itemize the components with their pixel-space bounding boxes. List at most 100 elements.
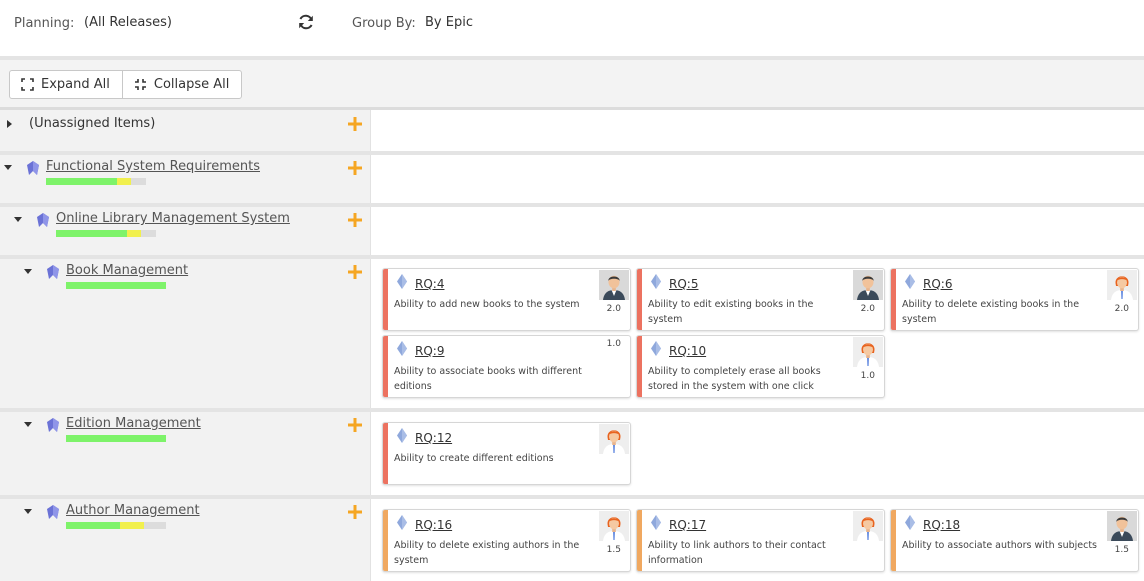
requirement-id-link[interactable]: RQ:17 xyxy=(669,518,706,532)
requirement-description: Ability to create different editions xyxy=(394,453,554,464)
estimate-value: 1.5 xyxy=(606,545,621,555)
priority-bar xyxy=(383,336,388,397)
requirement-id-link[interactable]: RQ:18 xyxy=(923,518,960,532)
expand-toggle[interactable] xyxy=(7,120,12,128)
requirement-card[interactable]: RQ:10 Ability to completely erase all bo… xyxy=(636,335,885,398)
estimate-value: 1.0 xyxy=(860,371,875,381)
requirement-card[interactable]: RQ:6 Ability to delete existing books in… xyxy=(890,268,1139,331)
collapse-toggle[interactable] xyxy=(24,269,32,274)
plus-icon[interactable] xyxy=(347,116,363,132)
estimate-value: 1.0 xyxy=(606,339,621,349)
plus-icon[interactable] xyxy=(347,212,363,228)
group-cards-area: RQ:16 Ability to delete existing authors… xyxy=(371,499,1144,581)
epic-icon xyxy=(36,212,50,228)
collapse-toggle[interactable] xyxy=(14,217,22,222)
plus-icon[interactable] xyxy=(347,504,363,520)
epic-icon xyxy=(46,264,60,280)
group-header: Online Library Management System xyxy=(0,207,371,255)
epic-icon xyxy=(26,160,40,176)
group-header: Book Management xyxy=(0,259,371,408)
requirement-id-link[interactable]: RQ:10 xyxy=(669,344,706,358)
requirement-description: Ability to delete existing books in the … xyxy=(902,299,1080,325)
collapse-toggle[interactable] xyxy=(4,165,12,170)
epic-link[interactable]: Functional System Requirements xyxy=(46,159,260,174)
epic-link[interactable]: Book Management xyxy=(66,263,188,278)
collapse-toggle[interactable] xyxy=(24,509,32,514)
collapse-icon xyxy=(134,79,146,90)
progress-bar xyxy=(66,282,166,289)
priority-bar xyxy=(383,269,388,330)
group-title: (Unassigned Items) xyxy=(29,116,156,131)
avatar xyxy=(599,270,629,300)
requirement-id-link[interactable]: RQ:5 xyxy=(669,277,698,291)
requirement-card[interactable]: RQ:18 Ability to associate authors with … xyxy=(890,509,1139,572)
planning-header: Planning: (All Releases) Group By: By Ep… xyxy=(0,0,1144,56)
group-header: (Unassigned Items) xyxy=(0,110,371,151)
epic-link[interactable]: Edition Management xyxy=(66,416,201,431)
requirement-icon xyxy=(651,515,661,530)
avatar xyxy=(599,511,629,541)
requirement-card[interactable]: RQ:4 Ability to add new books to the sys… xyxy=(382,268,631,331)
estimate-value: 2.0 xyxy=(860,304,875,314)
requirement-card[interactable]: RQ:5 Ability to edit existing books in t… xyxy=(636,268,885,331)
group-by-label: Group By: xyxy=(352,16,416,31)
requirement-icon xyxy=(397,341,407,356)
requirement-icon xyxy=(397,515,407,530)
group-cards-area: RQ:12 Ability to create different editio… xyxy=(371,412,1144,495)
requirement-id-link[interactable]: RQ:6 xyxy=(923,277,952,291)
epic-link[interactable]: Online Library Management System xyxy=(56,211,290,226)
plus-icon[interactable] xyxy=(347,417,363,433)
requirement-card[interactable]: RQ:17 Ability to link authors to their c… xyxy=(636,509,885,572)
priority-bar xyxy=(891,510,896,571)
priority-bar xyxy=(383,510,388,571)
group-header: Author Management xyxy=(0,499,371,581)
requirement-id-link[interactable]: RQ:16 xyxy=(415,518,452,532)
requirement-card[interactable]: RQ:16 Ability to delete existing authors… xyxy=(382,509,631,572)
group-header: Functional System Requirements xyxy=(0,155,371,203)
priority-bar xyxy=(383,423,388,484)
group-row-author-management: Author Management RQ:16 Ability to delet… xyxy=(0,499,1144,581)
requirement-id-link[interactable]: RQ:4 xyxy=(415,277,444,291)
estimate-value: 1.5 xyxy=(1114,545,1129,555)
toolbar: Expand All Collapse All xyxy=(0,60,1144,107)
expand-all-button[interactable]: Expand All xyxy=(10,71,122,98)
group-cards-area xyxy=(371,155,1144,203)
requirement-icon xyxy=(905,274,915,289)
group-cards-area xyxy=(371,207,1144,255)
requirement-description: Ability to add new books to the system xyxy=(394,299,580,310)
progress-bar xyxy=(46,178,146,185)
expand-collapse-group: Expand All Collapse All xyxy=(9,70,243,99)
requirement-description: Ability to delete existing authors in th… xyxy=(394,540,580,566)
requirement-icon xyxy=(651,274,661,289)
requirement-description: Ability to completely erase all books st… xyxy=(648,366,821,392)
estimate-value: 2.0 xyxy=(1114,304,1129,314)
planning-label: Planning: xyxy=(14,16,75,31)
refresh-icon[interactable] xyxy=(297,13,315,31)
expand-all-label: Expand All xyxy=(41,77,110,92)
collapse-all-label: Collapse All xyxy=(153,77,230,92)
collapse-toggle[interactable] xyxy=(24,422,32,427)
group-row-functional: Functional System Requirements xyxy=(0,155,1144,203)
avatar xyxy=(853,337,883,367)
requirement-card[interactable]: RQ:12 Ability to create different editio… xyxy=(382,422,631,485)
group-cards-area xyxy=(371,110,1144,151)
group-row-book-management: Book Management RQ:4 Ability to add new … xyxy=(0,259,1144,408)
epic-icon xyxy=(46,504,60,520)
requirement-card[interactable]: RQ:9 Ability to associate books with dif… xyxy=(382,335,631,398)
requirement-description: Ability to associate books with differen… xyxy=(394,366,582,392)
group-row-edition-management: Edition Management RQ:12 Ability to crea… xyxy=(0,412,1144,495)
avatar xyxy=(1107,511,1137,541)
epic-icon xyxy=(46,417,60,433)
plus-icon[interactable] xyxy=(347,160,363,176)
priority-bar xyxy=(891,269,896,330)
requirement-id-link[interactable]: RQ:12 xyxy=(415,431,452,445)
epic-link[interactable]: Author Management xyxy=(66,503,200,518)
requirement-id-link[interactable]: RQ:9 xyxy=(415,344,444,358)
planning-release-select[interactable]: (All Releases) xyxy=(84,15,172,30)
collapse-all-button[interactable]: Collapse All xyxy=(121,71,242,98)
priority-bar xyxy=(637,510,642,571)
requirement-icon xyxy=(397,274,407,289)
expand-icon xyxy=(21,78,34,91)
group-by-select[interactable]: By Epic xyxy=(425,15,473,30)
plus-icon[interactable] xyxy=(347,264,363,280)
